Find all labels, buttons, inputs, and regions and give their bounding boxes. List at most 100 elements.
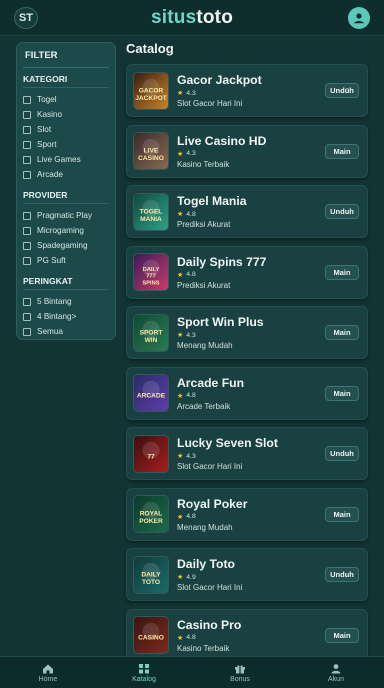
filter-option-label: Spadegaming	[37, 241, 88, 250]
nav-item-katalog[interactable]: Katalog	[96, 657, 192, 688]
checkbox[interactable]	[23, 211, 31, 220]
filter-option-label: Microgaming	[37, 226, 84, 235]
filter-option[interactable]: Microgaming	[23, 223, 109, 238]
thumbnail-word: 777	[146, 274, 155, 280]
thumbnail-word: TOTO	[142, 578, 160, 585]
filter-option[interactable]: Spadegaming	[23, 238, 109, 253]
game-thumbnail[interactable]: ROYAL POKER	[133, 495, 169, 533]
app-header: ST situstoto	[0, 0, 384, 36]
thumbnail-art: CASINO	[134, 617, 168, 653]
rating-value: 4.3	[186, 452, 196, 460]
catalog-card[interactable]: ROYAL POKER Royal Poker ★ 4.8 Menang Mudah Mai…	[126, 487, 368, 541]
catalog-card[interactable]: ARCADE Arcade Fun ★ 4.8 Arcade Terbaik Main	[126, 366, 368, 420]
filter-option[interactable]: Kasino	[23, 107, 109, 122]
catalog-card[interactable]: CASINO Casino Pro ★ 4.8 Kasino Terbaik Main	[126, 608, 368, 662]
filter-option[interactable]: Togel	[23, 92, 109, 107]
checkbox[interactable]	[23, 297, 31, 306]
star-icon: ★	[177, 211, 184, 218]
thumbnail-word: ARCADE	[137, 393, 166, 400]
filter-option[interactable]: Slot	[23, 122, 109, 137]
checkbox[interactable]	[23, 155, 31, 164]
brand-part-1: situs	[150, 6, 197, 28]
checkbox[interactable]	[23, 312, 31, 321]
card-action-button[interactable]: Main	[325, 264, 359, 280]
filter-option[interactable]: PG Suft	[23, 253, 109, 268]
game-description: Prediksi Akurat	[177, 280, 231, 290]
card-action-button[interactable]: Main	[325, 627, 359, 643]
filter-group: KATEGORI Togel Kasino Slot Sport Live Games Ar…	[23, 74, 109, 182]
game-thumbnail[interactable]: GACOR JACKPOT	[133, 71, 169, 110]
filter-group: PERINGKAT 5 Bintang 4 Bintang> Semua	[23, 276, 109, 339]
thumbnail-art: ROYALPOKER	[134, 496, 168, 532]
thumbnail-art: ARCADE	[134, 375, 168, 411]
nav-item-home[interactable]: Home	[0, 657, 96, 688]
catalog-list: GACOR JACKPOT Gacor Jackpot ★ 4.3 Slot Gacor …	[126, 64, 368, 669]
card-action-button[interactable]: Undüh	[325, 83, 359, 98]
game-thumbnail[interactable]: SPORT WIN	[133, 313, 169, 352]
filter-option-label: PG Suft	[37, 256, 66, 265]
star-icon: ★	[177, 150, 184, 158]
catalog-card[interactable]: SPORT WIN Sport Win Plus ★ 4.3 Menang Mudah Ma…	[126, 306, 368, 359]
filter-option[interactable]: Live Games	[23, 152, 109, 167]
user-glyph	[354, 13, 364, 24]
catalog-card[interactable]: 77 Lucky Seven Slot ★ 4.3 Slot Gacor Hari In…	[126, 427, 368, 480]
card-action-button[interactable]: Unduh	[325, 446, 359, 461]
user-circle-icon[interactable]	[348, 7, 370, 29]
card-action-button[interactable]: Main	[325, 325, 359, 340]
nav-item-bonus[interactable]: Bonus	[192, 657, 288, 688]
card-action-button[interactable]: Main	[325, 506, 359, 522]
game-thumbnail[interactable]: ARCADE	[133, 374, 169, 412]
rating-value: 4.8	[186, 210, 196, 218]
thumbnail-word: CASINO	[138, 635, 164, 642]
card-action-button[interactable]: Main	[325, 143, 359, 159]
filter-option[interactable]: Arcade	[23, 167, 109, 182]
checkbox[interactable]	[23, 327, 31, 336]
filter-option-label: Semua	[37, 327, 63, 336]
game-thumbnail[interactable]: CASINO	[133, 616, 169, 654]
rating-value: 4.3	[186, 150, 196, 157]
catalog-card[interactable]: GACOR JACKPOT Gacor Jackpot ★ 4.3 Slot Gacor …	[126, 64, 368, 117]
filter-option-label: 5 Bintang	[37, 297, 72, 306]
filter-option[interactable]: 4 Bintang>	[23, 309, 109, 324]
checkbox[interactable]	[23, 226, 31, 235]
game-description: Menang Mudah	[177, 522, 233, 532]
game-description: Arcade Terbaik	[177, 401, 231, 411]
catalog-card[interactable]: LIVE CASINO Live Casino HD ★ 4.3 Kasino Terba…	[126, 124, 368, 178]
thumbnail-word: TOGEL	[140, 208, 163, 215]
nav-item-akun[interactable]: Akun	[288, 657, 384, 688]
thumbnail-word: LIVE	[144, 147, 159, 154]
catalog-card[interactable]: DAILY TOTO Daily Toto ★ 4.9 Slot Gacor Hari I…	[126, 548, 368, 601]
catalog-card[interactable]: TOGEL MANIA Togel Mania ★ 4.8 Prediksi Akurat…	[126, 185, 368, 238]
card-action-button[interactable]: Unduh	[325, 567, 359, 582]
star-icon: ★	[177, 634, 184, 642]
thumbnail-word: 77	[147, 453, 155, 460]
game-thumbnail[interactable]: LIVE CASINO	[133, 132, 169, 170]
catalog-card[interactable]: DAILY 777 SPINS Daily Spins 777 ★ 4.8 Prediksi…	[126, 245, 368, 299]
checkbox[interactable]	[23, 125, 31, 134]
game-thumbnail[interactable]: DAILY TOTO	[133, 555, 169, 594]
checkbox[interactable]	[23, 170, 31, 179]
filter-option[interactable]: Pragmatic Play	[23, 208, 109, 223]
checkbox[interactable]	[23, 140, 31, 149]
checkbox[interactable]	[23, 241, 31, 250]
card-action-button[interactable]: Main	[325, 385, 359, 401]
game-description: Kasino Terbaik	[177, 643, 230, 653]
checkbox[interactable]	[23, 256, 31, 265]
filter-option[interactable]: Semua	[23, 324, 109, 339]
rating-value: 4.8	[186, 392, 196, 399]
logo-badge[interactable]: ST	[14, 7, 38, 29]
filter-option[interactable]: 5 Bintang	[23, 294, 109, 309]
game-thumbnail[interactable]: 77	[133, 434, 169, 473]
filter-group-title: KATEGORI	[23, 74, 109, 88]
thumbnail-word: POKER	[139, 518, 163, 525]
thumbnail-word: DAILY	[141, 571, 161, 578]
checkbox[interactable]	[23, 110, 31, 119]
checkbox[interactable]	[23, 95, 31, 104]
thumbnail-word: JACKPOT	[135, 94, 167, 101]
game-thumbnail[interactable]: TOGEL MANIA	[133, 192, 169, 231]
catalog-title: Catalog	[126, 41, 174, 56]
filter-option[interactable]: Sport	[23, 137, 109, 152]
filter-group: PROVIDER Pragmatic Play Microgaming Spadega…	[23, 190, 109, 268]
game-thumbnail[interactable]: DAILY 777 SPINS	[133, 253, 169, 291]
card-action-button[interactable]: Unduh	[325, 204, 359, 219]
